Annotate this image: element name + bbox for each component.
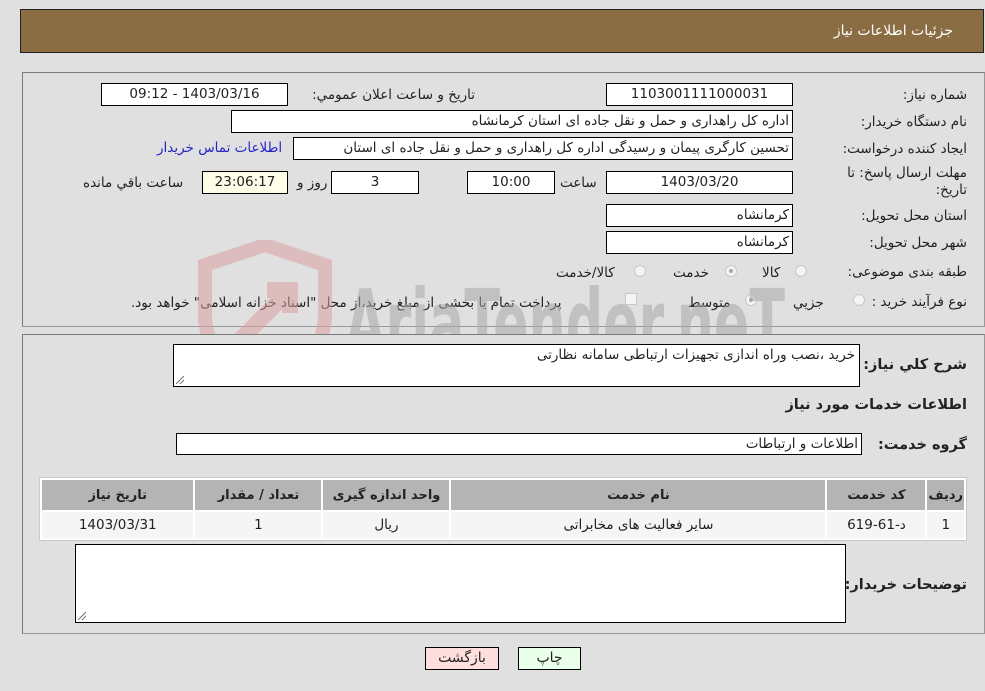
description-label: شرح کلي نياز:: [863, 357, 967, 373]
cell-unit: ریال: [323, 512, 450, 538]
service-group-label: گروه خدمت:: [877, 437, 967, 453]
city-field[interactable]: کرمانشاه: [606, 231, 793, 254]
process-small-radio[interactable]: [853, 294, 865, 306]
treasury-checkbox[interactable]: [625, 293, 637, 305]
table-row: 1 د-61-619 سایر فعالیت های مخابراتی ریال…: [42, 512, 964, 538]
column-header-unit: واحد اندازه گیری: [323, 480, 450, 510]
cell-need-date: 1403/03/31: [42, 512, 194, 538]
description-textarea[interactable]: خرید ،نصب وراه اندازی تجهیزات ارتباطی سا…: [173, 344, 860, 387]
column-header-quantity: تعداد / مقدار: [195, 480, 322, 510]
process-small-label: جزيي: [793, 295, 824, 311]
province-label: استان محل تحویل:: [861, 208, 967, 224]
buyer-contact-link[interactable]: اطلاعات تماس خریدار: [157, 140, 282, 156]
column-header-row-number: ردیف: [927, 480, 964, 510]
deadline-label: مهلت ارسال پاسخ: تا تاریخ:: [847, 165, 967, 198]
column-header-service-code: کد خدمت: [827, 480, 926, 510]
deadline-time-label: ساعت: [560, 175, 597, 191]
remaining-label: ساعت باقي مانده: [83, 175, 184, 191]
page-header: جزئیات اطلاعات نیاز: [20, 9, 984, 53]
buyer-notes-textarea[interactable]: [75, 544, 846, 623]
category-label: طبقه بندی موضوعی:: [847, 264, 967, 280]
cell-service-code: د-61-619: [827, 512, 926, 538]
process-medium-radio[interactable]: [745, 294, 757, 306]
table-header-row: ردیف کد خدمت نام خدمت واحد اندازه گیری ت…: [42, 480, 964, 510]
days-label: روز و: [297, 175, 328, 191]
print-button[interactable]: چاپ: [518, 647, 581, 670]
deadline-time-field[interactable]: 10:00: [467, 171, 555, 194]
resize-grip-icon[interactable]: [78, 612, 86, 620]
process-medium-label: متوسط: [688, 295, 731, 311]
deadline-date-field[interactable]: 1403/03/20: [606, 171, 793, 194]
service-group-field[interactable]: اطلاعات و ارتباطات: [176, 433, 862, 455]
category-goods-label: کالا: [762, 265, 781, 281]
process-label: نوع فرآیند خرید :: [871, 294, 967, 310]
remaining-time-field[interactable]: 23:06:17: [202, 171, 288, 194]
cell-row-number: 1: [927, 512, 964, 538]
requester-field[interactable]: تحسین کارگری پیمان و رسیدگی اداره کل راه…: [293, 137, 793, 160]
resize-grip-icon[interactable]: [176, 376, 184, 384]
cell-service-name: سایر فعالیت های مخابراتی: [451, 512, 826, 538]
services-table: ردیف کد خدمت نام خدمت واحد اندازه گیری ت…: [39, 477, 967, 541]
category-goods-service-radio[interactable]: [634, 265, 646, 277]
buyer-notes-label: توضیحات خریدار:: [844, 577, 967, 593]
description-text: خرید ،نصب وراه اندازی تجهیزات ارتباطی سا…: [536, 347, 855, 363]
buyer-org-field[interactable]: اداره کل راهداری و حمل و نقل جاده ای است…: [231, 110, 793, 133]
need-number-field[interactable]: 1103001111000031: [606, 83, 793, 106]
column-header-service-name: نام خدمت: [451, 480, 826, 510]
category-service-radio[interactable]: [725, 265, 737, 277]
need-number-label: شماره نیاز:: [902, 87, 967, 103]
province-field[interactable]: کرمانشاه: [606, 204, 793, 227]
page-title: جزئیات اطلاعات نیاز: [833, 23, 953, 39]
announce-label: تاریخ و ساعت اعلان عمومي:: [312, 87, 475, 103]
category-service-label: خدمت: [673, 265, 709, 281]
treasury-note: پرداخت تمام یا بخشی از مبلغ خرید،از محل …: [131, 295, 562, 311]
back-button[interactable]: بازگشت: [425, 647, 499, 670]
category-goods-radio[interactable]: [795, 265, 807, 277]
services-heading: اطلاعات خدمات مورد نياز: [785, 397, 967, 413]
column-header-need-date: تاریخ نیاز: [42, 480, 194, 510]
category-goods-service-label: کالا/خدمت: [556, 265, 615, 281]
requester-label: ایجاد کننده درخواست:: [842, 141, 967, 157]
announce-datetime-field[interactable]: 1403/03/16 - 09:12: [101, 83, 288, 106]
buyer-org-label: نام دستگاه خريدار:: [860, 114, 967, 130]
days-field[interactable]: 3: [331, 171, 419, 194]
cell-quantity: 1: [195, 512, 322, 538]
city-label: شهر محل تحویل:: [869, 235, 967, 251]
